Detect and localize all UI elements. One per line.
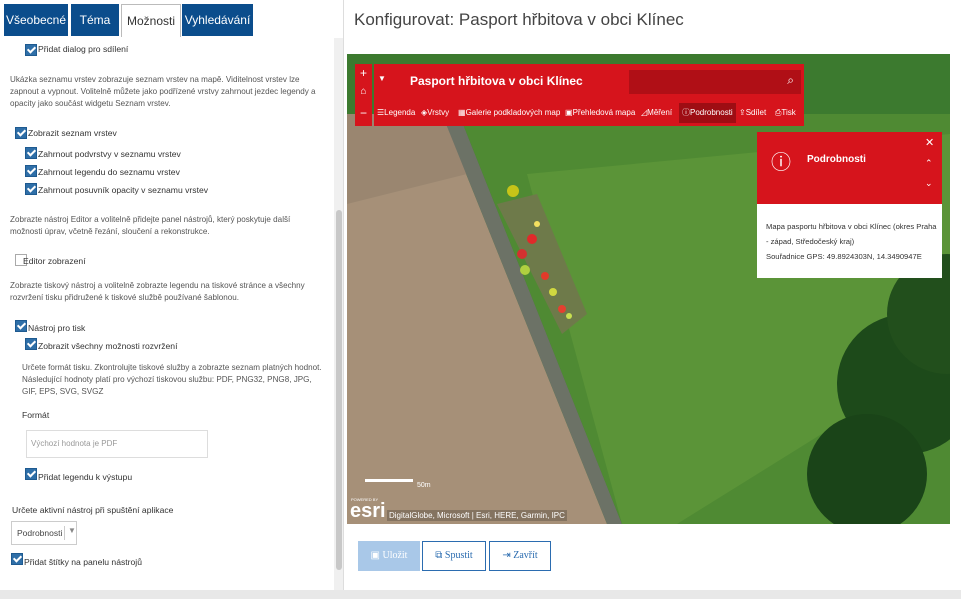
show-layouts-label: Zobrazit všechny možnosti rozvržení bbox=[38, 341, 178, 351]
show-layers-checkbox[interactable] bbox=[15, 127, 27, 139]
tool-share-label: Sdílet bbox=[745, 108, 767, 117]
share-icon: ⇪ bbox=[739, 108, 746, 117]
tab-theme[interactable]: Téma bbox=[71, 4, 119, 36]
options-panel: Všeobecné Téma Možnosti Vyhledávání Přid… bbox=[0, 0, 344, 599]
print-tool-label: Nástroj pro tisk bbox=[28, 323, 86, 333]
format-label: Formát bbox=[22, 410, 50, 420]
editor-description: Zobrazte nástroj Editor a volitelně přid… bbox=[10, 215, 291, 236]
tab-bar: Všeobecné Téma Možnosti Vyhledávání bbox=[0, 0, 343, 38]
share-dialog-checkbox[interactable] bbox=[25, 44, 37, 56]
include-legend-label: Zahrnout legendu do seznamu vrstev bbox=[38, 167, 180, 177]
layers-description: Ukázka seznamu vrstev zobrazuje seznam v… bbox=[10, 75, 316, 108]
scale-label: 50m bbox=[417, 482, 431, 489]
close-button[interactable]: ⇥ Zavřít bbox=[489, 541, 551, 571]
include-opacity-label: Zahrnout posuvník opacity v seznamu vrst… bbox=[38, 185, 209, 195]
tool-overview-label: Přehledová mapa bbox=[572, 108, 636, 117]
show-layers-label: Zobrazit seznam vrstev bbox=[28, 128, 117, 138]
tool-print[interactable]: ⎙Tisk bbox=[775, 103, 796, 123]
tool-overview-map[interactable]: ▣Přehledová mapa bbox=[565, 103, 635, 123]
include-opacity-checkbox[interactable] bbox=[25, 183, 37, 195]
chevron-down-icon: ▼ bbox=[64, 526, 76, 540]
map-attribution: DigitalGlobe, Microsoft | Esri, HERE, Ga… bbox=[387, 510, 567, 521]
add-legend-checkbox[interactable] bbox=[25, 468, 37, 480]
active-tool-value: Podrobnosti bbox=[17, 528, 63, 538]
tool-legend-label: Legenda bbox=[384, 108, 416, 117]
add-labels-label: Přidat štítky na panelu nástrojů bbox=[24, 557, 142, 567]
tab-search[interactable]: Vyhledávání bbox=[182, 4, 253, 36]
print-tool-checkbox[interactable] bbox=[15, 320, 27, 332]
external-link-icon: ⧉ bbox=[435, 550, 443, 561]
horizontal-scrollbar[interactable] bbox=[0, 590, 961, 599]
save-icon: ▣ bbox=[370, 550, 380, 561]
print-description: Zobrazte tiskový nástroj a volitelně zob… bbox=[10, 281, 305, 302]
include-sublayers-label: Zahrnout podvrstvy v seznamu vrstev bbox=[38, 149, 181, 159]
tool-details[interactable]: ⓘPodrobnosti bbox=[679, 103, 736, 123]
overview-icon: ▣ bbox=[565, 108, 573, 117]
page-title: Konfigurovat: Pasport hřbitova v obci Kl… bbox=[354, 10, 684, 29]
info-icon: ⓘ bbox=[682, 108, 690, 117]
add-labels-checkbox[interactable] bbox=[11, 553, 23, 565]
tab-general[interactable]: Všeobecné bbox=[4, 4, 68, 36]
format-description: Určete formát tisku. Zkontrolujte tiskov… bbox=[22, 363, 322, 396]
home-icon[interactable]: ⌂ bbox=[355, 86, 372, 104]
tool-print-label: Tisk bbox=[781, 108, 796, 117]
tool-measure[interactable]: ◿Měření bbox=[641, 103, 672, 123]
active-tool-label: Určete aktivní nástroj při spuštění apli… bbox=[12, 505, 174, 515]
map-view[interactable]: + ⌂ − ▼ Pasport hřbitova v obci Klínec ⌕… bbox=[347, 54, 950, 524]
details-coordinates: Souřadnice GPS: 49.8924303N, 14.3490947E bbox=[766, 252, 922, 261]
active-tool-select[interactable]: Podrobnosti ▼ bbox=[11, 521, 77, 545]
details-panel-header: ⓘ Podrobnosti ✕ ⌃ ⌄ bbox=[757, 132, 942, 204]
map-search-input[interactable]: ⌕ bbox=[629, 70, 801, 94]
chevron-up-icon[interactable]: ⌃ bbox=[925, 158, 933, 169]
zoom-controls: + ⌂ − bbox=[355, 64, 372, 126]
tool-measure-label: Měření bbox=[647, 108, 673, 117]
panel-scrollbar-thumb[interactable] bbox=[336, 210, 342, 570]
include-sublayers-checkbox[interactable] bbox=[25, 147, 37, 159]
include-legend-checkbox[interactable] bbox=[25, 165, 37, 177]
details-description: Mapa pasportu hřbitova v obci Klínec (ok… bbox=[766, 222, 937, 246]
format-input[interactable]: Výchozí hodnota je PDF bbox=[26, 430, 208, 458]
tool-layers-label: Vrstvy bbox=[427, 108, 450, 117]
scale-bar bbox=[365, 479, 413, 482]
tab-options[interactable]: Možnosti bbox=[121, 4, 181, 37]
info-icon: ⓘ bbox=[771, 152, 791, 174]
search-icon[interactable]: ⌕ bbox=[787, 73, 794, 88]
tool-layers[interactable]: ◈Vrstvy bbox=[421, 103, 449, 123]
details-panel-body: Mapa pasportu hřbitova v obci Klínec (ok… bbox=[757, 204, 942, 278]
add-legend-label: Přidat legendu k výstupu bbox=[38, 472, 133, 482]
tool-details-label: Podrobnosti bbox=[690, 108, 733, 117]
details-title: Podrobnosti bbox=[807, 154, 866, 165]
show-layouts-checkbox[interactable] bbox=[25, 338, 37, 350]
close-icon[interactable]: ✕ bbox=[925, 136, 934, 149]
tool-basemap-gallery[interactable]: ▦Galerie podkladových map bbox=[458, 103, 560, 123]
save-label: Uložit bbox=[382, 550, 408, 561]
grid-icon: ▦ bbox=[458, 108, 466, 117]
chevron-down-icon[interactable]: ⌄ bbox=[925, 178, 933, 189]
zoom-in-button[interactable]: + bbox=[355, 66, 372, 84]
run-label: Spustit bbox=[444, 550, 473, 561]
esri-logo: esri bbox=[350, 500, 386, 522]
collapse-icon[interactable]: ▼ bbox=[378, 74, 386, 83]
run-button[interactable]: ⧉ Spustit bbox=[422, 541, 486, 571]
tool-share[interactable]: ⇪Sdílet bbox=[739, 103, 766, 123]
map-title: Pasport hřbitova v obci Klínec bbox=[410, 74, 583, 88]
zoom-out-button[interactable]: − bbox=[355, 106, 372, 124]
share-dialog-label: Přidat dialog pro sdílení bbox=[38, 44, 129, 54]
save-button[interactable]: ▣ Uložit bbox=[358, 541, 420, 571]
tool-basemap-label: Galerie podkladových map bbox=[465, 108, 561, 117]
editor-label: Editor zobrazení bbox=[23, 256, 86, 266]
close-label: Zavřít bbox=[513, 550, 538, 561]
tool-legend[interactable]: ☰Legenda bbox=[377, 103, 415, 123]
exit-icon: ⇥ bbox=[502, 550, 511, 561]
